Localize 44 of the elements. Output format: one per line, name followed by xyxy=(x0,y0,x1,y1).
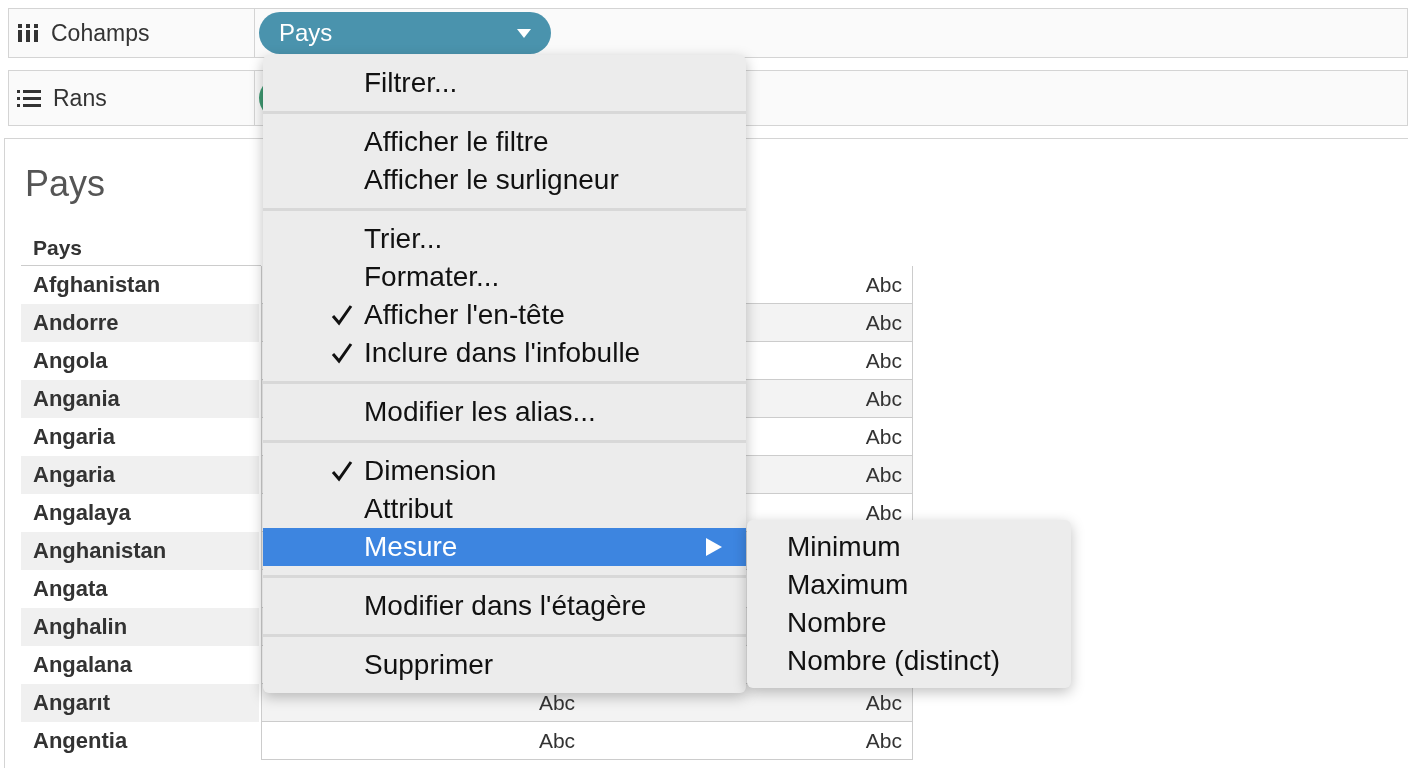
menu-item[interactable]: Mesure xyxy=(263,528,746,566)
table-cell: Abc xyxy=(865,386,902,411)
menu-item[interactable]: Minimum xyxy=(747,528,1071,566)
row-header-cell: Anghanistan xyxy=(21,532,261,570)
list-icon xyxy=(17,89,41,107)
table-cell: Abc xyxy=(865,310,902,335)
checkmark-icon xyxy=(331,342,353,364)
columns-icon xyxy=(17,24,39,42)
table-cell: Abc xyxy=(865,500,902,525)
view-title: Pays xyxy=(25,163,106,205)
menu-item[interactable]: Filtrer... xyxy=(263,64,746,102)
row-header-cell: Angarıt xyxy=(21,684,261,722)
row-header-cell: Angaria xyxy=(21,456,261,494)
shelf-label: Cohamps xyxy=(51,19,150,47)
row-header-cell: Anghalin xyxy=(21,608,261,646)
caret-icon xyxy=(517,28,531,38)
menu-item[interactable]: Dimension xyxy=(263,452,746,490)
table-cell: Abc xyxy=(538,728,576,753)
menu-item[interactable]: Formater... xyxy=(263,258,746,296)
menu-item[interactable]: Nombre (distinct) xyxy=(747,642,1071,680)
column-header: Pays xyxy=(33,236,83,260)
table-cell: Abc xyxy=(865,728,902,753)
menu-item[interactable]: Modifier dans l'étagère xyxy=(263,587,746,625)
menu-item[interactable]: Inclure dans l'infobulle xyxy=(263,334,746,372)
table-cell: Abc xyxy=(865,424,902,449)
checkmark-icon xyxy=(331,304,353,326)
table-cell: Abc xyxy=(865,462,902,487)
menu-item[interactable]: Attribut xyxy=(263,490,746,528)
table-cell: Abc xyxy=(538,690,576,715)
menu-item[interactable]: Supprimer xyxy=(263,646,746,684)
menu-item[interactable]: Afficher l'en-tête xyxy=(263,296,746,334)
menu-item[interactable]: Afficher le surligneur xyxy=(263,161,746,199)
menu-item[interactable]: Nombre xyxy=(747,604,1071,642)
table-cell: Abc xyxy=(865,348,902,373)
checkmark-icon xyxy=(331,460,353,482)
table-cell: Abc xyxy=(865,272,902,297)
menu-item[interactable]: Afficher le filtre xyxy=(263,123,746,161)
row-header-cell: Andorre xyxy=(21,304,261,342)
shelf-label: Rans xyxy=(53,84,107,112)
menu-item[interactable]: Modifier les alias... xyxy=(263,393,746,431)
table-cell: Abc xyxy=(865,690,902,715)
row-header-cell: Angania xyxy=(21,380,261,418)
menu-item[interactable]: Trier... xyxy=(263,220,746,258)
menu-item[interactable]: Maximum xyxy=(747,566,1071,604)
